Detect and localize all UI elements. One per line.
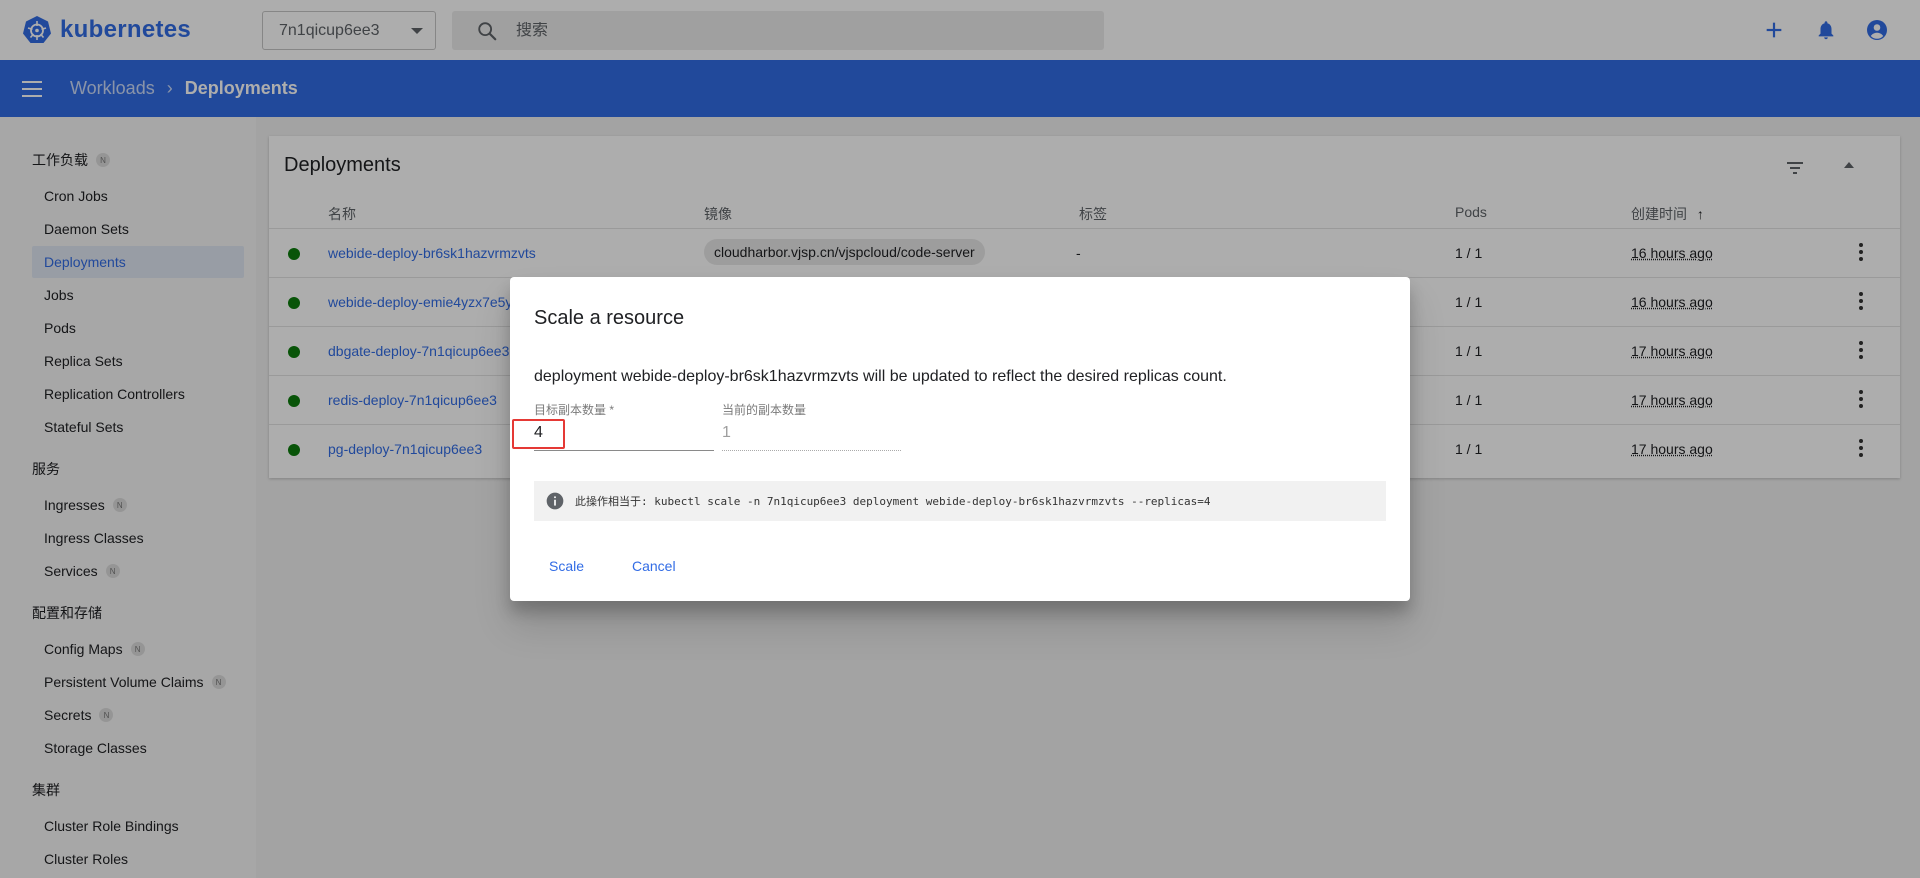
target-replicas-label: 目标副本数量 *: [534, 403, 615, 417]
command-text: 此操作相当于: kubectl scale -n 7n1qicup6ee3 de…: [575, 495, 1211, 508]
input-underline: [722, 450, 901, 451]
highlight-box: [512, 419, 565, 449]
info-icon: [546, 492, 564, 510]
cancel-button[interactable]: Cancel: [632, 554, 676, 578]
scale-dialog: Scale a resource deployment webide-deplo…: [510, 277, 1410, 601]
dialog-title: Scale a resource: [534, 307, 685, 329]
command-info-box: 此操作相当于: kubectl scale -n 7n1qicup6ee3 de…: [534, 481, 1386, 521]
scale-button[interactable]: Scale: [549, 554, 584, 578]
current-replicas-field: 当前的副本数量 1: [722, 401, 901, 451]
input-underline: [534, 450, 714, 451]
current-replicas-label: 当前的副本数量: [722, 403, 807, 417]
dialog-description: deployment webide-deploy-br6sk1hazvrmzvt…: [534, 368, 1227, 385]
current-replicas-value: 1: [722, 424, 731, 441]
